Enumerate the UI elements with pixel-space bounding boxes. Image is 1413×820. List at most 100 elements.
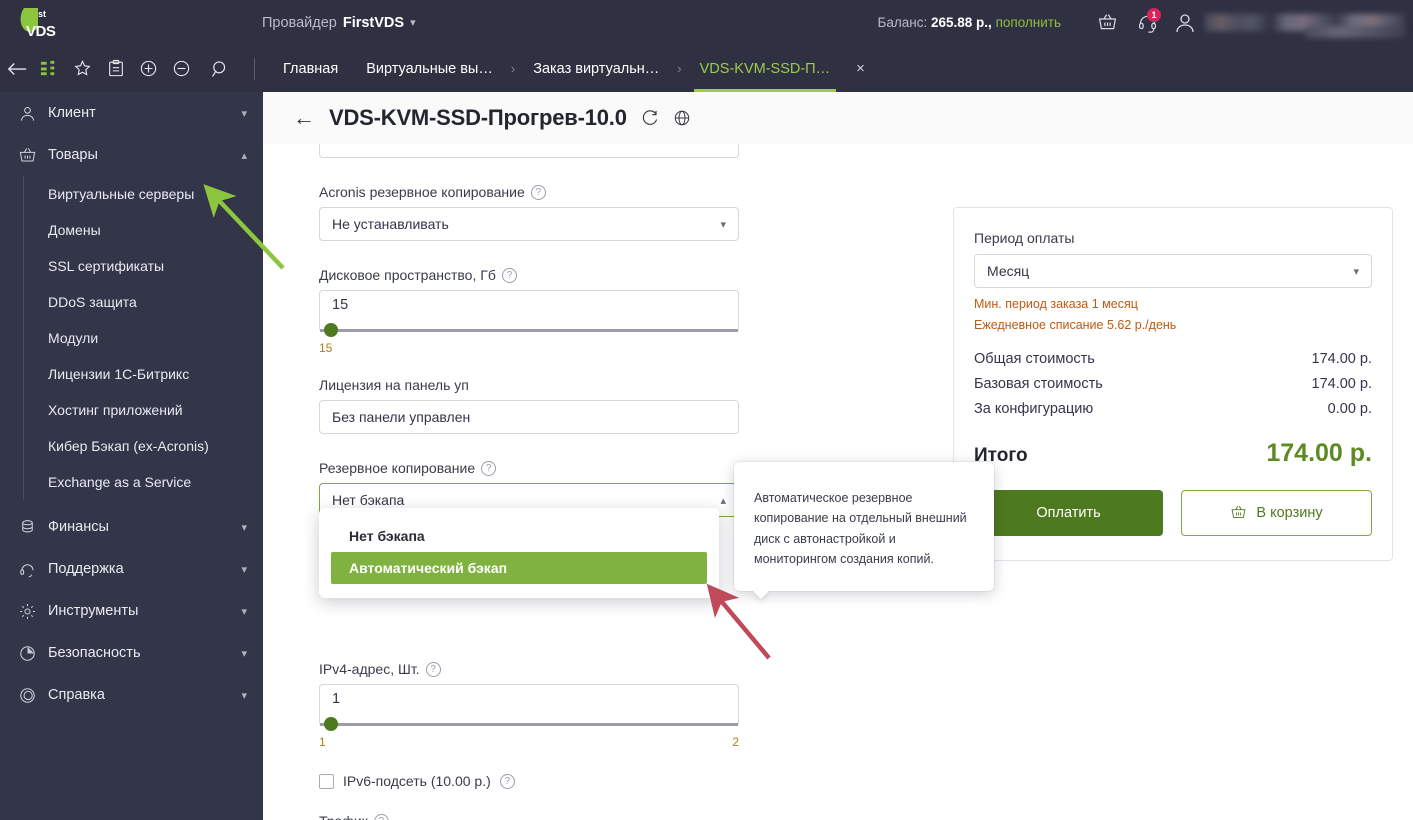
acronis-select[interactable]: Не устанавливать ▾ xyxy=(319,207,739,241)
label-panel-license: Лицензия на панель уп xyxy=(319,377,739,393)
sidebar-item-ddos[interactable]: DDoS защита xyxy=(48,284,263,320)
sidebar-item-domains[interactable]: Домены xyxy=(48,212,263,248)
crumb-virtual-servers[interactable]: Виртуальные вы… xyxy=(352,45,507,92)
collapse-all-button[interactable] xyxy=(165,45,198,92)
ipv4-max: 2 xyxy=(732,735,739,749)
disk-space-range: 15 xyxy=(319,341,739,355)
price-row-configuration: За конфигурацию 0.00 р. xyxy=(974,401,1372,417)
chevron-down-icon: ▾ xyxy=(241,563,247,576)
panel-license-select[interactable]: Без панели управлен xyxy=(319,400,739,434)
backup-option-auto[interactable]: Автоматический бэкап xyxy=(331,552,707,584)
scrolled-off-select[interactable] xyxy=(319,144,739,158)
help-icon[interactable]: ? xyxy=(530,184,546,200)
ipv4-min: 1 xyxy=(319,735,326,749)
price-label: За конфигурацию xyxy=(974,400,1094,417)
crumb-current-tab[interactable]: VDS-KVM-SSD-П… xyxy=(686,45,844,92)
balance-block: Баланс: 265.88 р., пополнить xyxy=(878,15,1061,30)
tooltip-popover: Автоматическое резервное копирование на … xyxy=(734,462,994,591)
label-traffic-text: Трафик xyxy=(319,813,368,820)
chevron-down-icon: ▾ xyxy=(241,605,247,618)
payment-period-value: Месяц xyxy=(987,263,1030,279)
field-ipv4: IPv4-адрес, Шт. ? 1 1 2 xyxy=(319,661,739,749)
label-panel-license-text: Лицензия на панель уп xyxy=(319,377,469,393)
disk-space-slider[interactable]: 15 xyxy=(319,290,739,337)
page-back-icon[interactable]: ← xyxy=(293,107,315,129)
topup-link[interactable]: пополнить xyxy=(996,15,1061,30)
ipv6-checkbox[interactable] xyxy=(319,773,334,789)
field-disk-space: Дисковое пространство, Гб ? 15 15 xyxy=(319,267,739,355)
sidebar-item-exchange[interactable]: Exchange as a Service xyxy=(48,464,263,500)
sidebar-item-modules[interactable]: Модули xyxy=(48,320,263,356)
sidebar-item-virtual-servers[interactable]: Виртуальные серверы xyxy=(48,176,263,212)
crumb-order[interactable]: Заказ виртуальн… xyxy=(519,45,673,92)
sidebar-item-ssl[interactable]: SSL сертификаты xyxy=(48,248,263,284)
expand-all-button[interactable] xyxy=(132,45,165,92)
sidebar-item-security[interactable]: Безопасность ▾ xyxy=(0,632,263,674)
search-button[interactable] xyxy=(198,45,242,92)
slider-handle[interactable] xyxy=(324,717,338,731)
refresh-icon[interactable] xyxy=(641,109,659,127)
help-icon[interactable]: ? xyxy=(481,460,497,476)
logo[interactable]: st VDS xyxy=(0,0,100,45)
close-tab-icon[interactable]: × xyxy=(844,45,877,92)
sidebar-item-help[interactable]: Справка ▾ xyxy=(0,674,263,716)
help-icon[interactable]: ? xyxy=(501,267,517,283)
backup-option-none[interactable]: Нет бэкапа xyxy=(331,520,707,552)
ipv4-range: 1 2 xyxy=(319,735,739,749)
crumb-home[interactable]: Главная xyxy=(269,45,352,92)
sidebar-item-support[interactable]: Поддержка ▾ xyxy=(0,548,263,590)
label-backup-text: Резервное копирование xyxy=(319,460,476,476)
price-value: 174.00 р. xyxy=(1311,375,1372,392)
sidebar-item-cyber-backup[interactable]: Кибер Бэкап (ex-Acronis) xyxy=(48,428,263,464)
chevron-down-icon: ▾ xyxy=(410,17,416,29)
form-scroll-area[interactable]: Acronis резервное копирование ? Не устан… xyxy=(263,144,1413,820)
arrow-left-icon xyxy=(7,62,26,75)
payment-period-select[interactable]: Месяц ▾ xyxy=(974,254,1372,288)
ipv4-slider[interactable]: 1 xyxy=(319,684,739,731)
chevron-up-icon: ▴ xyxy=(720,494,726,507)
help-icon[interactable]: ? xyxy=(373,813,389,820)
label-payment-period: Период оплаты xyxy=(974,230,1075,246)
back-button[interactable] xyxy=(0,45,33,92)
sidebar-item-products[interactable]: Товары ▴ xyxy=(0,134,263,176)
top-bar: st VDS Провайдер FirstVDS ▾ Баланс: 265.… xyxy=(0,0,1413,45)
provider-selector[interactable]: Провайдер FirstVDS ▾ xyxy=(262,0,416,45)
ring-icon xyxy=(18,686,48,705)
order-summary-panel: Период оплаты Месяц ▾ Мин. период заказа… xyxy=(953,207,1393,561)
clipboard-button[interactable] xyxy=(99,45,132,92)
tree-view-button[interactable] xyxy=(33,45,66,92)
chevron-down-icon: ▾ xyxy=(720,218,726,231)
label-disk-space-text: Дисковое пространство, Гб xyxy=(319,267,496,283)
price-value: 174.00 р. xyxy=(1311,350,1372,367)
sidebar-item-bitrix[interactable]: Лицензии 1С-Битрикс xyxy=(48,356,263,392)
label-ipv4-text: IPv4-адрес, Шт. xyxy=(319,661,420,677)
help-icon[interactable]: ? xyxy=(425,661,441,677)
field-ipv6[interactable]: IPv6-подсеть (10.00 р.) ? xyxy=(319,773,739,789)
sidebar-item-finance[interactable]: Финансы ▾ xyxy=(0,506,263,548)
star-icon xyxy=(74,60,91,76)
sidebar-label-products: Товары xyxy=(48,147,98,163)
sidebar-item-app-hosting[interactable]: Хостинг приложений xyxy=(48,392,263,428)
minus-circle-icon xyxy=(173,60,190,77)
globe-icon[interactable] xyxy=(673,109,691,127)
sidebar-item-client[interactable]: Клиент ▾ xyxy=(0,92,263,134)
main-content: ← VDS-KVM-SSD-Прогрев-10.0 Acronis резер… xyxy=(263,92,1413,820)
page-title: VDS-KVM-SSD-Прогрев-10.0 xyxy=(329,105,627,130)
add-to-cart-button[interactable]: В корзину xyxy=(1181,489,1372,536)
cart-button[interactable] xyxy=(1087,0,1127,45)
sidebar-label-client: Клиент xyxy=(48,105,96,121)
price-value: 0.00 р. xyxy=(1327,400,1372,417)
slider-handle[interactable] xyxy=(324,323,338,337)
help-icon[interactable]: ? xyxy=(499,773,515,789)
sidebar-item-tools[interactable]: Инструменты ▾ xyxy=(0,590,263,632)
search-icon xyxy=(212,60,226,77)
slider-track[interactable] xyxy=(320,723,738,726)
notifications-button[interactable]: 1 xyxy=(1127,0,1167,45)
pay-button[interactable]: Оплатить xyxy=(974,489,1163,536)
breadcrumb: Главная Виртуальные вы… › Заказ виртуаль… xyxy=(269,45,877,92)
slider-track[interactable] xyxy=(320,329,738,332)
sidebar-label-tools: Инструменты xyxy=(48,603,139,619)
favorites-button[interactable] xyxy=(66,45,99,92)
field-backup: Резервное копирование ? Нет бэкапа ▴ Нет… xyxy=(319,460,739,598)
label-backup: Резервное копирование ? xyxy=(319,460,739,476)
